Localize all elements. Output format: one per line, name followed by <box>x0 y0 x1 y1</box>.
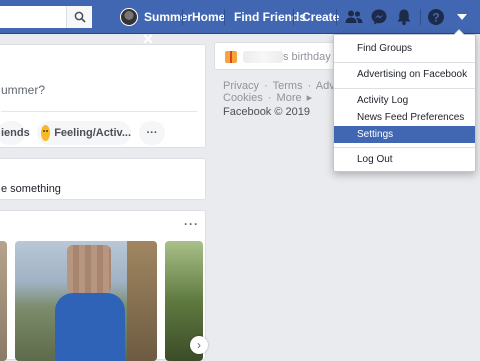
blurred-name <box>243 51 283 63</box>
footer-dot: · <box>307 80 312 92</box>
story-thumbnail[interactable] <box>0 241 7 361</box>
nav-divider <box>224 9 225 25</box>
help-icon[interactable]: ? <box>427 8 445 26</box>
close-icon[interactable]: ✕ <box>142 32 154 46</box>
post-composer: ummer? iends Feeling/Activ... ··· <box>0 44 206 148</box>
messenger-icon[interactable] <box>370 8 388 26</box>
tag-friends-button[interactable]: iends <box>0 121 30 145</box>
create-link[interactable]: Create <box>302 10 339 24</box>
story-image-rock <box>127 241 157 361</box>
menu-item-log-out[interactable]: Log Out <box>334 151 475 168</box>
menu-item-advertising[interactable]: Advertising on Facebook <box>334 66 475 83</box>
composer-more-button[interactable]: ··· <box>139 121 165 145</box>
find-friends-link[interactable]: Find Friends <box>234 10 306 24</box>
share-prompt: e something <box>1 183 61 195</box>
account-menu-arrow-icon[interactable] <box>453 8 471 26</box>
svg-text:?: ? <box>432 11 439 25</box>
nav-divider <box>336 9 337 25</box>
menu-item-find-groups[interactable]: Find Groups <box>334 40 475 57</box>
footer-dot: · <box>264 80 268 92</box>
next-story-arrow-icon[interactable]: › <box>190 336 208 354</box>
feeling-activity-button[interactable]: Feeling/Activ... <box>37 121 131 145</box>
more-link[interactable]: More <box>277 92 302 104</box>
chevron-right-icon: › <box>197 338 201 352</box>
smiley-icon <box>41 125 51 141</box>
tag-friends-label: iends <box>1 127 30 139</box>
blurred-face <box>67 245 111 293</box>
home-link[interactable]: Home <box>192 10 225 24</box>
search-icon <box>74 11 86 23</box>
menu-divider <box>334 62 475 63</box>
nav-divider <box>293 9 294 25</box>
menu-divider <box>334 147 475 148</box>
avatar <box>120 8 138 26</box>
terms-link[interactable]: Terms <box>273 80 303 92</box>
cookies-link[interactable]: Cookies <box>223 92 263 104</box>
stories-card: ··· <box>0 210 206 361</box>
composer-prompt[interactable]: ummer? <box>1 83 45 97</box>
menu-item-news-feed-preferences[interactable]: News Feed Preferences <box>334 109 475 126</box>
share-something-card[interactable]: e something <box>0 158 206 200</box>
footer-dot: · <box>267 92 272 104</box>
gift-icon <box>225 51 237 63</box>
account-dropdown-menu: Find Groups Advertising on Facebook Acti… <box>333 29 476 172</box>
nav-divider <box>420 9 421 25</box>
divider <box>1 111 197 112</box>
notifications-icon[interactable] <box>395 8 413 26</box>
nav-divider <box>182 9 183 25</box>
feeling-activity-label: Feeling/Activ... <box>54 127 131 139</box>
story-image-person <box>55 293 125 361</box>
search-button[interactable] <box>66 6 92 28</box>
privacy-link[interactable]: Privacy <box>223 80 259 92</box>
stories-more-icon[interactable]: ··· <box>184 217 199 231</box>
search-input[interactable] <box>0 6 92 28</box>
copyright-text: Facebook © 2019 <box>223 106 310 118</box>
story-thumbnail[interactable] <box>15 241 157 361</box>
friend-requests-icon[interactable] <box>345 8 363 26</box>
profile-name: Summer <box>144 10 193 24</box>
more-arrow-icon: ▸ <box>306 92 313 104</box>
more-dots-icon: ··· <box>146 127 158 139</box>
menu-item-activity-log[interactable]: Activity Log <box>334 92 475 109</box>
top-navigation-bar: Summer Home Find Friends Create ? <box>0 0 480 34</box>
menu-item-settings[interactable]: Settings <box>334 126 475 143</box>
menu-divider <box>334 88 475 89</box>
